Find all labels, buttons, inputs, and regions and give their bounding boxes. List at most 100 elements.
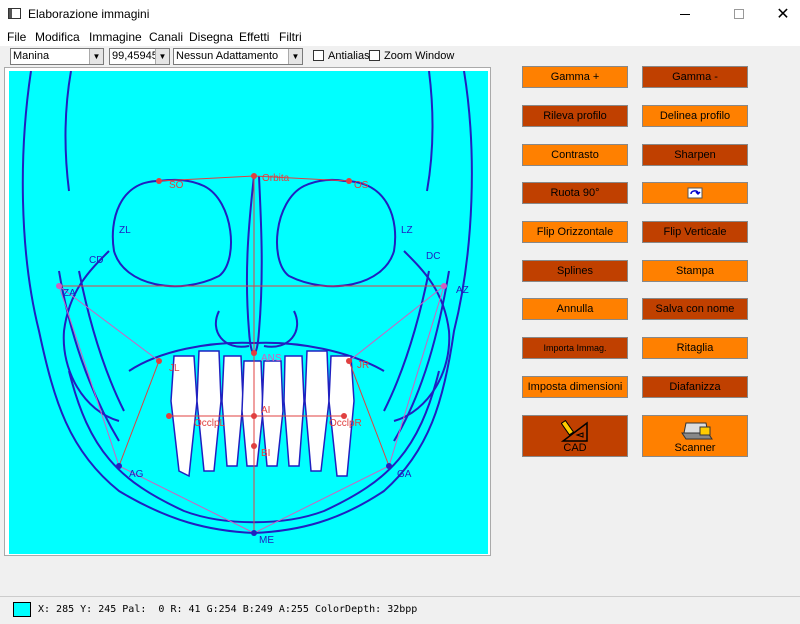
- gamma-plus-button[interactable]: Gamma +: [522, 66, 628, 88]
- cephalometric-drawing: SO Orbita OS ANS JL JR AI BI OcclpL Occl…: [21, 71, 473, 546]
- landmark-point: [251, 173, 257, 179]
- landmark-point: [166, 413, 172, 419]
- label-occlpl: OcclpL: [194, 418, 226, 429]
- menu-filtri[interactable]: Filtri: [279, 30, 302, 44]
- tooth: [221, 355, 244, 467]
- imposta-dimensioni-button[interactable]: Imposta dimensioni: [522, 376, 628, 398]
- right-orbit: [276, 178, 397, 288]
- menu-disegna[interactable]: Disegna: [189, 30, 233, 44]
- landmark-point: [56, 283, 62, 289]
- rileva-profilo-button[interactable]: Rileva profilo: [522, 105, 628, 127]
- label-jl: JL: [169, 363, 180, 374]
- label-jr: JR: [357, 360, 369, 371]
- landmark-point: [441, 283, 447, 289]
- maximize-button[interactable]: [716, 0, 762, 28]
- label-lz: LZ: [401, 225, 413, 236]
- menu-immagine[interactable]: Immagine: [89, 30, 142, 44]
- label-za: ZA: [63, 288, 76, 299]
- chevron-down-icon[interactable]: ▼: [89, 49, 103, 64]
- tool-select[interactable]: Manina ▼: [10, 48, 104, 65]
- rotate-button[interactable]: [642, 182, 748, 204]
- label-so: SO: [169, 180, 184, 191]
- importa-immagine-button[interactable]: Importa Immag.: [522, 337, 628, 359]
- menu-canali[interactable]: Canali: [149, 30, 183, 44]
- label-ag: AG: [129, 469, 144, 480]
- label-ga: GA: [397, 469, 412, 480]
- diafanizza-button[interactable]: Diafanizza: [642, 376, 748, 398]
- landmark-point: [346, 358, 352, 364]
- scanner-button[interactable]: Scanner: [642, 415, 748, 457]
- fit-select[interactable]: Nessun Adattamento ▼: [173, 48, 303, 65]
- contrasto-button[interactable]: Contrasto: [522, 144, 628, 166]
- landmark-point: [251, 530, 257, 536]
- app-window: Elaborazione immagini ✕ File Modifica Im…: [0, 0, 800, 624]
- landmark-point: [251, 350, 257, 356]
- chevron-down-icon[interactable]: ▼: [288, 49, 302, 64]
- tooth: [196, 350, 222, 472]
- nasal-cavity: [214, 310, 299, 348]
- tooth: [283, 355, 305, 467]
- gamma-minus-button[interactable]: Gamma -: [642, 66, 748, 88]
- landmark-point: [386, 463, 392, 469]
- tooth: [304, 350, 330, 472]
- scanner-label: Scanner: [674, 442, 716, 454]
- salva-con-nome-button[interactable]: Salva con nome: [642, 298, 748, 320]
- flip-orizzontale-button[interactable]: Flip Orizzontale: [522, 221, 628, 243]
- status-text: X: 285 Y: 245 Pal: 0 R: 41 G:254 B:249 A…: [38, 604, 418, 615]
- zoom-select-value: 99,45945: [112, 50, 158, 62]
- jaw-line-right: [348, 360, 390, 467]
- label-zl: ZL: [119, 225, 131, 236]
- toolbar: Manina ▼ 99,45945 ▼ Nessun Adattamento ▼…: [0, 46, 800, 66]
- sharpen-button[interactable]: Sharpen: [642, 144, 748, 166]
- antialias-checkbox[interactable]: [313, 50, 324, 61]
- antialias-label: Antialias: [328, 50, 370, 62]
- fit-select-value: Nessun Adattamento: [176, 50, 279, 62]
- label-cd: CD: [89, 255, 103, 266]
- maximize-icon: [734, 9, 744, 19]
- close-icon: ✕: [776, 6, 790, 23]
- landmark-point: [116, 463, 122, 469]
- stampa-button[interactable]: Stampa: [642, 260, 748, 282]
- cad-button[interactable]: CAD: [522, 415, 628, 457]
- label-orbita: Orbita: [262, 173, 290, 184]
- app-icon: [8, 8, 21, 19]
- image-canvas[interactable]: SO Orbita OS ANS JL JR AI BI OcclpL Occl…: [9, 71, 488, 554]
- status-bar: X: 285 Y: 245 Pal: 0 R: 41 G:254 B:249 A…: [0, 596, 800, 624]
- splines-button[interactable]: Splines: [522, 260, 628, 282]
- landmark-point: [156, 358, 162, 364]
- label-os: OS: [354, 180, 369, 191]
- rotate-90-button[interactable]: Ruota 90°: [522, 182, 628, 204]
- menu-file[interactable]: File: [7, 30, 26, 44]
- chevron-down-icon[interactable]: ▼: [155, 49, 169, 64]
- scanner-icon: [681, 422, 713, 440]
- label-ans: ANS: [261, 353, 282, 364]
- ritaglia-button[interactable]: Ritaglia: [642, 337, 748, 359]
- menu-bar: File Modifica Immagine Canali Disegna Ef…: [0, 28, 800, 46]
- window-title: Elaborazione immagini: [28, 7, 150, 21]
- zoom-window-label: Zoom Window: [384, 50, 455, 62]
- close-button[interactable]: ✕: [760, 0, 800, 28]
- zoom-select[interactable]: 99,45945 ▼: [109, 48, 170, 65]
- flip-verticale-button[interactable]: Flip Verticale: [642, 221, 748, 243]
- landmark-point: [156, 178, 162, 184]
- title-bar: Elaborazione immagini ✕: [0, 0, 800, 28]
- annulla-button[interactable]: Annulla: [522, 298, 628, 320]
- menu-effetti[interactable]: Effetti: [239, 30, 269, 44]
- face-line-cross-r: [348, 285, 445, 362]
- label-dc: DC: [426, 251, 440, 262]
- label-me: ME: [259, 535, 274, 546]
- label-bi: BI: [261, 448, 270, 459]
- image-panel: SO Orbita OS ANS JL JR AI BI OcclpL Occl…: [4, 67, 491, 556]
- label-az: AZ: [456, 285, 469, 296]
- rotate-icon: [687, 187, 703, 199]
- minimize-icon: [680, 13, 690, 15]
- menu-modifica[interactable]: Modifica: [35, 30, 80, 44]
- tool-select-value: Manina: [13, 50, 50, 62]
- color-swatch: [13, 602, 31, 617]
- zygoma-left: [62, 250, 120, 422]
- minimize-button[interactable]: [662, 0, 708, 28]
- zoom-window-checkbox[interactable]: [369, 50, 380, 61]
- delinea-profilo-button[interactable]: Delinea profilo: [642, 105, 748, 127]
- jaw-line-left: [118, 360, 160, 467]
- landmark-point: [251, 413, 257, 419]
